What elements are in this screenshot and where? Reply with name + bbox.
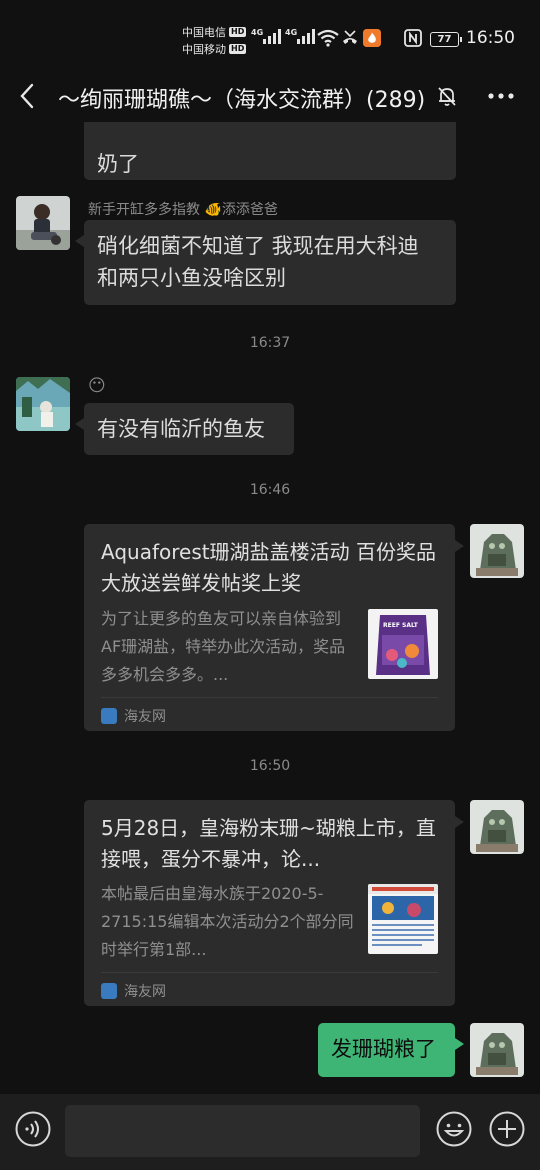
timestamp: 16:37 [249,335,291,351]
card-source-name: 海友网 [124,709,166,725]
missed-call-icon [343,30,357,44]
card-description: 本帖最后由皇海水族于2020-5-2715:15编辑本次活动分2个部分同时举行第… [101,884,354,959]
voice-icon[interactable] [14,1110,52,1148]
message-bubble[interactable]: 有没有临沂的鱼友 [75,403,294,455]
message-bubble[interactable]: 硝化细菌不知道了 我现在用大科迪 和两只小鱼没啥区别 [75,220,456,305]
network-type-1: 4G [251,28,264,37]
message-input[interactable] [65,1105,420,1157]
app-notification-icon [363,29,381,47]
input-bar [0,1094,540,1170]
card-thumbnail: REEF SALT [368,609,438,679]
chat-title[interactable]: ～绚丽珊瑚礁～（海水交流群）(289) [58,82,425,114]
thumbnail-label: REEF SALT [383,622,418,629]
status-clock: 16:50 [466,28,515,48]
card-description: 为了让更多的鱼友可以亲自体验到AF珊湖盐，特举办此次活动，奖品多多机会多多。..… [101,609,346,684]
sender-name: 😶 [88,376,106,396]
timestamp: 16:50 [249,758,291,774]
nfc-icon [404,29,422,47]
status-bar: 中国电信 HD 中国移动 HD 4G 4G 77 16:50 [0,0,540,72]
avatar[interactable] [470,800,524,854]
avatar[interactable] [470,524,524,578]
source-logo-icon [101,708,117,724]
chat-message-list[interactable]: 奶了 新手开缸多多指教 🐠添添爸爸 硝化细菌不知道了 我现在用大科迪 和两只小鱼… [0,122,540,1094]
carrier-1-label: 中国电信 [182,26,226,39]
self-message-bubble[interactable]: 发珊瑚粮了 [318,1023,464,1077]
battery-indicator: 77 [430,32,462,47]
network-type-2: 4G [285,28,298,37]
message-text: 奶了 [97,152,139,176]
carrier-2: 中国移动 HD [182,41,247,57]
source-logo-icon [101,983,117,999]
avatar[interactable] [16,377,70,431]
avatar[interactable] [16,196,70,250]
link-card[interactable]: Aquaforest珊湖盐盖楼活动 百份奖品大放送尝鲜发帖奖上奖 为了让更多的鱼… [84,524,464,731]
card-source: 海友网 [101,981,166,1001]
message-text-cut [97,122,443,148]
message-text-line: 和两只小鱼没啥区别 [97,266,286,290]
more-dots-icon[interactable] [486,85,516,107]
card-source: 海友网 [101,706,166,726]
message-text: 发珊瑚粮了 [331,1037,436,1061]
card-divider [101,972,438,973]
timestamp: 16:46 [249,482,291,498]
hd-badge: HD [229,44,247,54]
message-text-line: 硝化细菌不知道了 我现在用大科迪 [97,234,419,258]
card-divider [101,697,438,698]
carrier-1: 中国电信 HD [182,24,247,40]
battery-level: 77 [437,34,452,45]
chat-header: ～绚丽珊瑚礁～（海水交流群）(289) [0,72,540,122]
bell-off-icon [438,87,456,106]
plus-icon[interactable] [488,1110,526,1148]
hd-badge: HD [229,27,247,37]
signal-icon [297,28,315,44]
link-card[interactable]: 5月28日，皇海粉末珊~瑚粮上市，直接喂，蛋分不暴冲，论... 本帖最后由皇海水… [84,800,464,1006]
message-bubble[interactable]: 奶了 [84,122,456,180]
card-thumbnail [368,884,438,954]
wifi-icon [317,29,339,47]
card-source-name: 海友网 [124,984,166,1000]
sender-name: 新手开缸多多指教 🐠添添爸爸 [88,202,278,218]
card-title: 5月28日，皇海粉末珊~瑚粮上市，直接喂，蛋分不暴冲，论... [101,816,436,871]
carrier-2-label: 中国移动 [182,43,226,56]
message-text: 有没有临沂的鱼友 [97,417,265,441]
chevron-left-icon[interactable] [14,81,42,111]
emoji-icon[interactable] [435,1110,473,1148]
avatar[interactable] [470,1023,524,1077]
signal-icon [263,28,281,44]
card-title: Aquaforest珊湖盐盖楼活动 百份奖品大放送尝鲜发帖奖上奖 [101,540,436,595]
